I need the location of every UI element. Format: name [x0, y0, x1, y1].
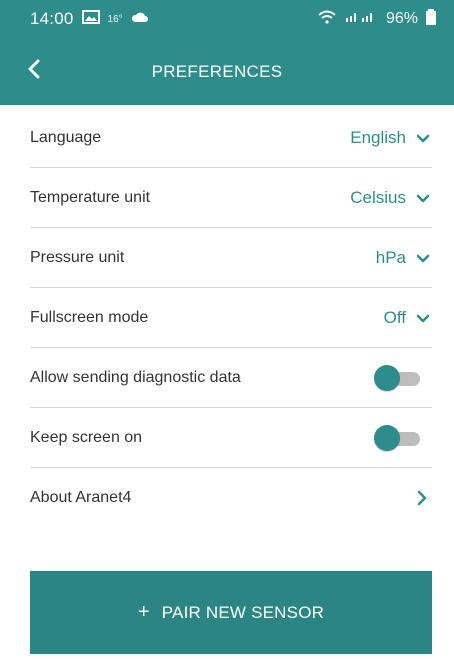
- toggle-knob: [374, 424, 400, 451]
- gallery-icon: [81, 9, 100, 29]
- chevron-down-icon: [416, 311, 430, 325]
- status-left: 14:00 16°: [30, 9, 149, 29]
- pair-new-sensor-label: PAIR NEW SENSOR: [161, 602, 325, 622]
- cloud-icon: [131, 10, 149, 28]
- setting-value[interactable]: Celsius: [350, 188, 432, 208]
- setting-value[interactable]: Off: [384, 308, 432, 328]
- pair-new-sensor-button[interactable]: + PAIR NEW SENSOR: [30, 571, 432, 654]
- setting-label: Temperature unit: [30, 188, 151, 206]
- app-bar: PREFERENCES: [0, 38, 454, 105]
- wifi-icon: [318, 10, 336, 29]
- setting-label: Fullscreen mode: [30, 308, 149, 326]
- battery-icon: [426, 8, 436, 30]
- preferences-list: Language English Temperature unit Celsiu…: [30, 108, 432, 528]
- setting-keep-screen-on: Keep screen on: [30, 408, 432, 468]
- setting-label: Allow sending diagnostic data: [30, 368, 241, 386]
- about-label: About Aranet4: [30, 489, 132, 506]
- chevron-down-icon: [416, 131, 430, 145]
- setting-value[interactable]: English: [350, 128, 432, 148]
- setting-label: Keep screen on: [30, 428, 143, 446]
- status-small-text: 16°: [107, 13, 123, 25]
- page-title: PREFERENCES: [151, 61, 283, 81]
- setting-value-text: Off: [383, 307, 406, 327]
- toggle-knob: [374, 364, 400, 391]
- setting-value-text: Celsius: [350, 187, 406, 207]
- diagnostic-data-toggle[interactable]: [374, 364, 420, 391]
- setting-label: Pressure unit: [30, 248, 125, 266]
- setting-diagnostic-data: Allow sending diagnostic data: [30, 348, 432, 408]
- plus-icon: +: [137, 600, 150, 623]
- battery-text: 96%: [385, 10, 418, 27]
- setting-label: Language: [30, 128, 102, 146]
- keep-screen-on-toggle[interactable]: [374, 424, 420, 451]
- about-row[interactable]: About Aranet4: [30, 468, 432, 528]
- setting-value-text: hPa: [375, 247, 406, 267]
- chevron-down-icon: [416, 191, 430, 205]
- setting-temperature-unit[interactable]: Temperature unit Celsius: [30, 168, 432, 228]
- status-bar: 14:00 16° 96%: [0, 0, 454, 38]
- chevron-down-icon: [416, 251, 430, 265]
- chevron-right-icon: [414, 490, 430, 506]
- setting-value[interactable]: hPa: [376, 248, 432, 268]
- signal-icon: [344, 10, 378, 29]
- status-right: 96%: [318, 8, 436, 30]
- status-time: 14:00: [30, 9, 74, 28]
- setting-pressure-unit[interactable]: Pressure unit hPa: [30, 228, 432, 288]
- setting-value-text: English: [350, 127, 406, 147]
- setting-language[interactable]: Language English: [30, 108, 432, 168]
- setting-fullscreen-mode[interactable]: Fullscreen mode Off: [30, 288, 432, 348]
